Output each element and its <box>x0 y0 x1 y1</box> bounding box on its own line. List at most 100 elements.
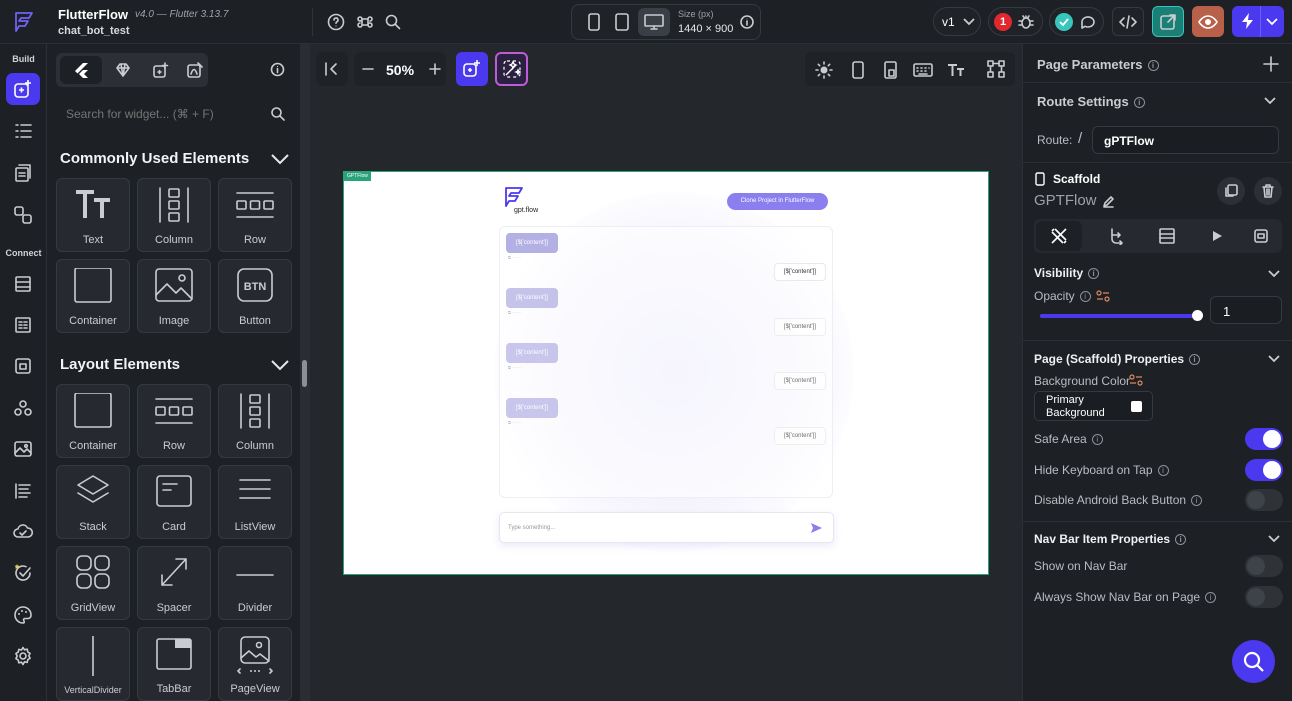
database-icon[interactable] <box>6 268 40 300</box>
pages-icon[interactable] <box>6 157 40 189</box>
responsive-icon[interactable] <box>883 61 899 79</box>
bot-message-bubble[interactable]: [$['content']] <box>774 318 826 336</box>
clone-project-button[interactable]: Clone Project in FlutterFlow <box>727 193 828 210</box>
widget-tree-icon[interactable] <box>6 115 40 147</box>
open-preview-button[interactable] <box>1152 6 1184 37</box>
card-layout-tile[interactable]: Card <box>137 465 211 539</box>
integrations-icon[interactable] <box>6 392 40 424</box>
zoom-level[interactable]: 50% <box>386 62 414 78</box>
branch-selector[interactable]: v1 <box>933 7 981 36</box>
info-icon[interactable] <box>740 15 754 29</box>
settings-gear-icon[interactable] <box>6 640 40 672</box>
page-preview[interactable]: GPTFlow gpt.flow Clone Project in Flutte… <box>343 171 989 575</box>
add-parameter-icon[interactable] <box>1263 56 1279 72</box>
row-widget-tile[interactable]: Row <box>218 178 292 252</box>
widget-search-input[interactable] <box>56 98 300 130</box>
zoom-in-icon[interactable] <box>428 62 442 76</box>
widget-palette-icon[interactable] <box>6 73 40 105</box>
app-state-icon[interactable] <box>6 350 40 382</box>
chevron-down-icon[interactable] <box>1267 354 1281 364</box>
templates-tab-icon[interactable] <box>182 56 208 84</box>
text-styles-icon[interactable] <box>6 475 40 507</box>
search-icon[interactable] <box>384 13 402 31</box>
background-color-picker[interactable]: Primary Background <box>1034 391 1153 421</box>
copy-response-icon[interactable]: ⧉ ······· <box>508 310 521 315</box>
chevron-down-icon[interactable] <box>270 358 290 372</box>
chevron-down-icon[interactable] <box>1267 534 1281 544</box>
code-view-button[interactable] <box>1112 7 1144 36</box>
flutter-widgets-tab-icon[interactable] <box>60 56 102 84</box>
always-show-nav-bar-toggle[interactable] <box>1245 586 1283 608</box>
bot-message-bubble[interactable]: [$['content']] <box>774 263 826 281</box>
user-message-bubble[interactable]: [$['content']] <box>506 233 558 253</box>
splitter-handle[interactable] <box>302 360 307 387</box>
run-button[interactable] <box>1232 6 1284 37</box>
page-parameters-title[interactable]: Page Parameters i <box>1037 57 1159 72</box>
bot-message-bubble[interactable]: [$['content']] <box>774 372 826 390</box>
opacity-slider[interactable] <box>1040 310 1203 321</box>
bot-message-bubble[interactable]: [$['content']] <box>774 427 826 445</box>
api-calls-icon[interactable] <box>6 309 40 341</box>
copy-response-icon[interactable]: ⧉ ······· <box>508 420 521 425</box>
keyboard-icon[interactable] <box>913 62 933 78</box>
user-message-bubble[interactable]: [$['content']] <box>506 343 558 363</box>
chevron-down-icon[interactable] <box>1267 269 1281 279</box>
copy-response-icon[interactable]: ⧉ ······· <box>508 365 521 370</box>
animation-tab-icon[interactable] <box>1194 221 1240 251</box>
edit-pencil-icon[interactable] <box>1102 195 1115 208</box>
tablet-device-icon[interactable] <box>608 9 636 35</box>
actions-tab-icon[interactable] <box>1094 221 1140 251</box>
phone-device-icon[interactable] <box>580 9 608 35</box>
cloud-deploy-icon[interactable] <box>6 516 40 548</box>
help-search-button[interactable] <box>1232 640 1275 683</box>
light-mode-icon[interactable] <box>815 61 833 79</box>
text-widget-tile[interactable]: Text <box>56 178 130 252</box>
help-icon[interactable] <box>327 13 345 31</box>
column-widget-tile[interactable]: Column <box>137 178 211 252</box>
variable-binding-icon[interactable] <box>1096 290 1110 302</box>
ai-gen-button[interactable] <box>495 52 528 86</box>
chevron-down-icon[interactable] <box>270 152 290 166</box>
copy-response-icon[interactable]: ⧉ ······· <box>508 255 521 260</box>
issues-button[interactable]: 1 <box>988 7 1043 36</box>
stack-layout-tile[interactable]: Stack <box>56 465 130 539</box>
container-layout-tile[interactable]: Container <box>56 384 130 458</box>
disable-back-toggle[interactable] <box>1245 489 1283 511</box>
components-icon[interactable] <box>6 199 40 231</box>
info-icon[interactable] <box>270 62 285 77</box>
desktop-device-icon[interactable] <box>638 8 670 36</box>
safe-area-toggle[interactable] <box>1245 428 1283 450</box>
divider-layout-tile[interactable]: Divider <box>218 546 292 620</box>
state-tab-icon[interactable] <box>1244 221 1278 251</box>
row-layout-tile[interactable]: Row <box>137 384 211 458</box>
image-widget-tile[interactable]: Image <box>137 259 211 333</box>
column-layout-tile[interactable]: Column <box>218 384 292 458</box>
user-message-bubble[interactable]: [$['content']] <box>506 288 558 308</box>
hide-keyboard-toggle[interactable] <box>1245 459 1283 481</box>
verticaldivider-layout-tile[interactable]: VerticalDivider <box>56 627 130 701</box>
opacity-slider-handle[interactable] <box>1192 310 1203 321</box>
opacity-input[interactable]: 1 <box>1210 296 1282 324</box>
pageview-layout-tile[interactable]: PageView <box>218 627 292 701</box>
route-settings-title[interactable]: Route Settings i <box>1037 94 1145 109</box>
testing-icon[interactable] <box>6 557 40 589</box>
duplicate-button[interactable] <box>1217 177 1245 205</box>
listview-layout-tile[interactable]: ListView <box>218 465 292 539</box>
backend-query-tab-icon[interactable] <box>1144 221 1190 251</box>
send-icon[interactable] <box>810 522 823 534</box>
widget-tree-view-icon[interactable] <box>986 59 1006 79</box>
command-icon[interactable] <box>356 13 374 31</box>
spacer-layout-tile[interactable]: Spacer <box>137 546 211 620</box>
container-widget-tile[interactable]: Container <box>56 259 130 333</box>
chevron-down-icon[interactable] <box>1263 96 1277 106</box>
gem-tab-icon[interactable] <box>110 56 136 84</box>
panel-splitter[interactable] <box>300 44 310 701</box>
user-message-bubble[interactable]: [$['content']] <box>506 398 558 418</box>
route-input[interactable]: gPTFlow <box>1092 126 1279 154</box>
zoom-out-icon[interactable] <box>361 62 375 76</box>
properties-tab-icon[interactable] <box>1036 221 1082 251</box>
project-name[interactable]: chat_bot_test <box>58 25 130 37</box>
delete-button[interactable] <box>1254 177 1282 205</box>
comments-status-button[interactable] <box>1049 7 1104 36</box>
tabbar-layout-tile[interactable]: TabBar <box>137 627 211 701</box>
